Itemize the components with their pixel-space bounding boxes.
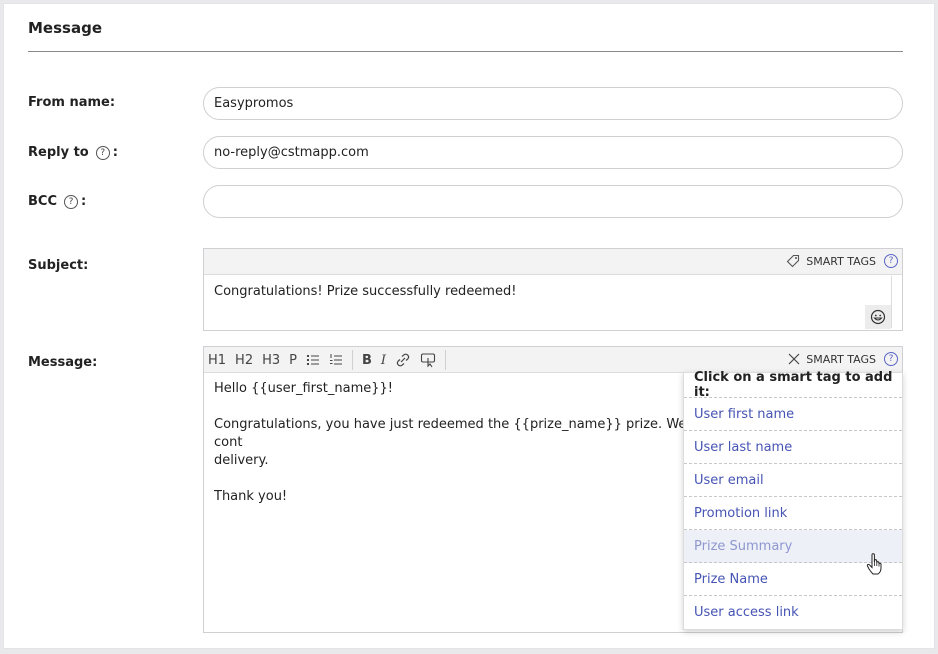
reply-to-value: no-reply@cstmapp.com <box>214 145 369 160</box>
from-name-value: Easypromos <box>214 96 294 111</box>
smart-tags-label: SMART TAGS <box>806 254 876 268</box>
message-body[interactable]: Hello {{user_first_name}}! Congratulatio… <box>214 380 714 524</box>
help-icon[interactable]: ? <box>95 145 110 160</box>
bold-button[interactable]: B <box>362 353 372 368</box>
bcc-label: BCC ? : <box>28 194 86 209</box>
subject-text[interactable]: Congratulations! Prize successfully rede… <box>214 284 516 299</box>
bullet-list-icon[interactable] <box>306 353 320 367</box>
from-name-label: From name: <box>28 95 115 110</box>
close-icon[interactable] <box>788 353 800 365</box>
numbered-list-icon[interactable] <box>329 353 343 367</box>
tag-icon <box>786 254 800 268</box>
help-icon[interactable]: ? <box>884 352 898 366</box>
smart-tags-label: SMART TAGS <box>806 352 876 366</box>
toolbar-separator <box>445 350 447 370</box>
from-name-label-text: From name: <box>28 95 116 110</box>
message-smart-tags-button[interactable]: SMART TAGS ? <box>788 352 898 366</box>
subject-smart-tags-button[interactable]: SMART TAGS ? <box>786 254 898 268</box>
reply-to-label: Reply to ? : <box>28 145 118 160</box>
link-icon[interactable] <box>395 353 411 367</box>
smart-tags-dropdown-header: Click on a smart tag to add it: <box>684 370 902 400</box>
message-line: Hello {{user_first_name}}! <box>214 381 394 396</box>
help-icon[interactable]: ? <box>64 194 78 209</box>
button-icon[interactable] <box>420 352 436 368</box>
smart-tag-promotion-link[interactable]: Promotion link <box>684 497 902 530</box>
hand-cursor-icon <box>866 553 882 575</box>
reply-to-label-text: Reply to <box>28 145 89 160</box>
smart-tag-user-email[interactable]: User email <box>684 464 902 497</box>
from-name-input[interactable]: Easypromos <box>203 87 903 120</box>
subject-editor: SMART TAGS ? Congratulations! Prize succ… <box>203 248 903 331</box>
reply-to-input[interactable]: no-reply@cstmapp.com <box>203 136 903 169</box>
smart-tag-user-first-name[interactable]: User first name <box>684 398 902 431</box>
message-line: Congratulations, you have just redeemed … <box>214 417 713 450</box>
smart-tag-user-last-name[interactable]: User last name <box>684 431 902 464</box>
subject-scrollbar[interactable] <box>891 276 892 328</box>
emoji-button[interactable] <box>865 305 891 329</box>
paragraph-button[interactable]: P <box>289 353 297 368</box>
emoji-icon <box>870 309 886 325</box>
smart-tag-user-access-link[interactable]: User access link <box>684 596 902 629</box>
message-line: delivery. <box>214 453 269 468</box>
bcc-label-text: BCC <box>28 194 57 209</box>
section-title: Message <box>28 19 102 37</box>
toolbar-separator <box>351 350 353 370</box>
h1-button[interactable]: H1 <box>208 353 226 368</box>
bcc-input[interactable] <box>203 185 903 218</box>
message-label-text: Message: <box>28 355 98 370</box>
subject-toolbar: SMART TAGS ? <box>204 249 902 275</box>
message-label: Message: <box>28 355 97 370</box>
bcc-colon: : <box>81 194 87 209</box>
reply-to-colon: : <box>112 145 118 160</box>
h2-button[interactable]: H2 <box>235 353 253 368</box>
subject-label-text: Subject: <box>28 258 89 273</box>
message-line: Thank you! <box>214 489 288 504</box>
italic-button[interactable]: I <box>381 353 386 368</box>
smart-tags-dropdown: Click on a smart tag to add it: User fir… <box>683 370 903 630</box>
section-divider <box>28 51 903 52</box>
subject-label: Subject: <box>28 258 88 273</box>
help-icon[interactable]: ? <box>884 254 898 268</box>
h3-button[interactable]: H3 <box>262 353 280 368</box>
